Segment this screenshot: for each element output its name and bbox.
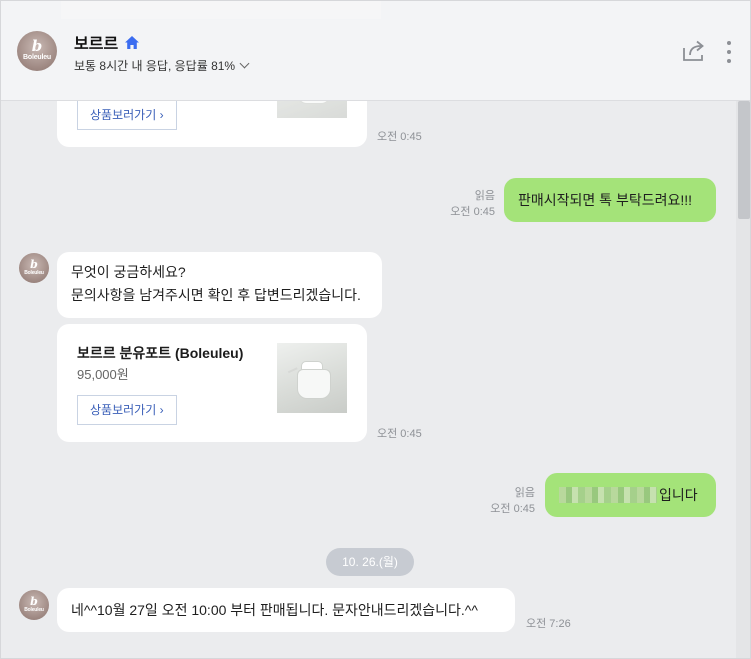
redacted-phone-number: [559, 487, 657, 503]
view-product-button[interactable]: 상품보러가기 ›: [77, 395, 177, 425]
response-info-row[interactable]: 보통 8시간 내 응답, 응답률 81%: [74, 57, 250, 74]
avatar-logo-word: Boleuleu: [24, 269, 44, 276]
home-icon[interactable]: [124, 35, 140, 50]
message-time: 오전 0:45: [377, 428, 422, 440]
chat-window: b Boleuleu 보르르 보통 8시간 내 응답, 응답률 81% 상품보러…: [0, 0, 751, 659]
chevron-down-icon[interactable]: [239, 58, 250, 69]
view-product-label: 상품보러가기: [90, 108, 157, 122]
my-message-bubble[interactable]: 입니다: [545, 473, 716, 517]
share-icon[interactable]: [681, 39, 707, 68]
read-label: 읽음: [514, 487, 535, 499]
seller-avatar[interactable]: b Boleuleu: [17, 31, 57, 71]
seller-name: 보르르: [74, 36, 119, 53]
avatar-logo-b: b: [31, 37, 43, 55]
message-time: 오전 0:45: [377, 131, 422, 143]
message-text-suffix: 입니다: [659, 487, 698, 503]
read-label: 읽음: [474, 190, 495, 202]
scrolled-content-edge: [61, 1, 381, 19]
avatar-logo-word: Boleuleu: [24, 606, 44, 613]
message-time: 오전 0:45: [450, 206, 495, 218]
product-thumbnail[interactable]: [277, 343, 347, 413]
seller-message-bubble[interactable]: 무엇이 궁금하세요? 문의사항을 남겨주시면 확인 후 답변드리겠습니다.: [57, 252, 382, 318]
avatar-logo-b: b: [30, 257, 38, 271]
avatar-logo-word: Boleuleu: [23, 54, 51, 61]
my-message-bubble[interactable]: 판매시작되면 톡 부탁드려요!!!: [504, 178, 716, 222]
product-price: 95,000원: [77, 367, 129, 382]
date-divider: 10. 26.(월): [326, 548, 414, 576]
seller-avatar-small[interactable]: b Boleuleu: [19, 253, 49, 283]
read-receipt-group: 읽음 오전 0:45: [471, 485, 535, 517]
response-info: 보통 8시간 내 응답, 응답률 81%: [74, 59, 236, 73]
product-name: 보르르 분유포트 (Boleuleu): [77, 345, 244, 361]
view-product-button[interactable]: 상품보러가기 ›: [77, 100, 177, 130]
message-time: 오전 7:26: [526, 618, 571, 630]
message-time: 오전 0:45: [490, 503, 535, 515]
seller-avatar-small[interactable]: b Boleuleu: [19, 590, 49, 620]
more-options-icon[interactable]: [723, 41, 735, 63]
scrollbar[interactable]: [736, 101, 750, 658]
product-card[interactable]: 보르르 분유포트 (Boleuleu) 95,000원 상품보러가기 ›: [57, 324, 367, 442]
read-receipt-group: 읽음 오전 0:45: [431, 188, 495, 220]
seller-message-bubble[interactable]: 네^^10월 27일 오전 10:00 부터 판매됩니다. 문자안내드리겠습니다…: [57, 588, 515, 632]
scrollbar-thumb[interactable]: [738, 101, 750, 219]
seller-name-row[interactable]: 보르르: [74, 30, 140, 54]
view-product-label: 상품보러가기: [90, 403, 157, 417]
avatar-logo-b: b: [30, 594, 38, 608]
